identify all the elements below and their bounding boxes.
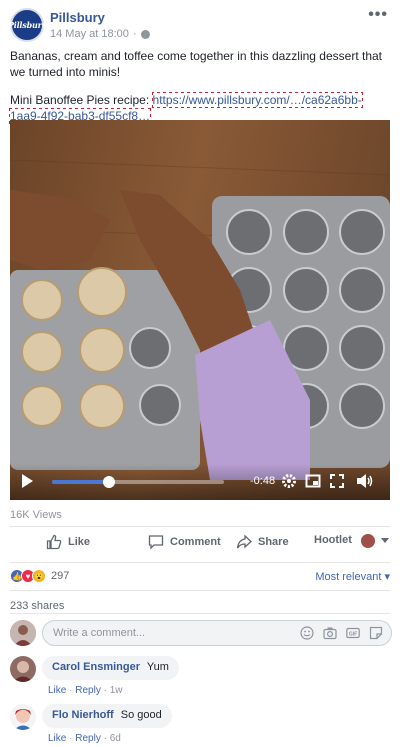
- view-count: 16K Views: [10, 509, 62, 521]
- play-icon[interactable]: [22, 474, 33, 488]
- sort-dropdown[interactable]: Most relevant ▾: [315, 570, 390, 583]
- comment-text: Yum: [146, 661, 169, 673]
- share-button[interactable]: Share: [236, 534, 289, 550]
- comment-author[interactable]: Carol Ensminger: [52, 661, 140, 673]
- post-timestamp[interactable]: 14 May at 18:00: [50, 28, 129, 40]
- meta-separator: ·: [103, 733, 107, 744]
- comment-button[interactable]: Comment: [148, 534, 221, 550]
- comment-like-link[interactable]: Like: [48, 685, 66, 696]
- chevron-down-icon: [381, 538, 389, 543]
- comment-label: Comment: [170, 536, 221, 548]
- miniplayer-icon[interactable]: [304, 472, 322, 490]
- video-player[interactable]: -0:48: [10, 120, 390, 500]
- emoji-icon[interactable]: [300, 626, 314, 640]
- recipe-prefix: Mini Banoffee Pies recipe:: [10, 93, 150, 107]
- reaction-summary[interactable]: 👍 ♥ 😮 297: [10, 569, 69, 583]
- share-count[interactable]: 233 shares: [10, 600, 64, 612]
- comment-meta: Like · Reply · 1w: [48, 685, 123, 696]
- profile-thumb: [361, 534, 375, 548]
- scrubber-handle[interactable]: [102, 476, 115, 488]
- comment-reply-link[interactable]: Reply: [75, 733, 101, 744]
- meta-separator: ·: [69, 733, 73, 744]
- action-bar: Like Comment Share Hootlet: [10, 534, 390, 556]
- share-label: Share: [258, 536, 289, 548]
- like-button[interactable]: Like: [46, 534, 90, 550]
- video-scrubber[interactable]: [52, 476, 224, 488]
- divider: [10, 613, 390, 614]
- meta-separator: ·: [69, 685, 73, 696]
- sticker-icon[interactable]: [369, 626, 383, 640]
- more-options-button[interactable]: •••: [368, 6, 388, 24]
- comment-author[interactable]: Flo Nierhoff: [52, 709, 114, 721]
- divider: [10, 562, 390, 563]
- video-controls: -0:48: [10, 464, 390, 500]
- comment-like-link[interactable]: Like: [48, 733, 66, 744]
- meta-separator: ·: [132, 28, 137, 40]
- page-name[interactable]: Pillsbury: [50, 10, 105, 25]
- divider: [10, 590, 390, 591]
- comment-text: So good: [120, 709, 162, 721]
- comment-time[interactable]: 1w: [110, 685, 123, 696]
- fullscreen-icon[interactable]: [328, 472, 346, 490]
- post-meta: 14 May at 18:00 ·: [50, 28, 150, 40]
- page-avatar[interactable]: Pillsbury: [7, 8, 47, 42]
- divider: [10, 526, 390, 527]
- audience-selector[interactable]: [361, 534, 389, 548]
- reaction-count: 297: [51, 570, 70, 582]
- post-body: Bananas, cream and toffee come together …: [10, 49, 382, 79]
- video-frame: [10, 120, 390, 500]
- comment-composer: GIF: [10, 620, 392, 646]
- settings-gear-icon[interactable]: [280, 472, 298, 490]
- comment-bubble: Flo Nierhoff So good: [42, 704, 172, 728]
- time-remaining: -0:48: [250, 475, 276, 487]
- like-label: Like: [68, 536, 91, 548]
- logo-text: Pillsbury: [7, 20, 47, 30]
- camera-icon[interactable]: [323, 626, 337, 640]
- meta-separator: ·: [103, 685, 107, 696]
- sort-label: Most relevant: [315, 571, 382, 583]
- comment-input[interactable]: [42, 620, 392, 646]
- svg-text:GIF: GIF: [349, 632, 357, 638]
- chevron-down-icon: ▾: [384, 571, 390, 583]
- wow-reaction-icon: 😮: [32, 569, 46, 583]
- thumbs-up-icon: [46, 534, 62, 550]
- post-text: Bananas, cream and toffee come together …: [9, 48, 390, 124]
- comment-time[interactable]: 6d: [110, 733, 121, 744]
- scrubber-progress: [52, 480, 109, 484]
- globe-icon: [140, 29, 150, 39]
- avatar[interactable]: [10, 620, 36, 646]
- hootlet-button[interactable]: Hootlet: [314, 534, 352, 546]
- comment-bubble: Carol Ensminger Yum: [42, 656, 179, 680]
- hootlet-label: Hootlet: [314, 534, 352, 546]
- avatar[interactable]: [10, 704, 36, 730]
- comment-reply-link[interactable]: Reply: [75, 685, 101, 696]
- avatar[interactable]: [10, 656, 36, 682]
- comment-icon: [148, 535, 164, 550]
- post-header: Pillsbury Pillsbury 14 May at 18:00 · ••…: [7, 6, 390, 42]
- volume-icon[interactable]: [356, 472, 374, 490]
- comment-meta: Like · Reply · 6d: [48, 733, 121, 744]
- share-icon: [236, 534, 252, 549]
- gif-icon[interactable]: GIF: [346, 626, 360, 640]
